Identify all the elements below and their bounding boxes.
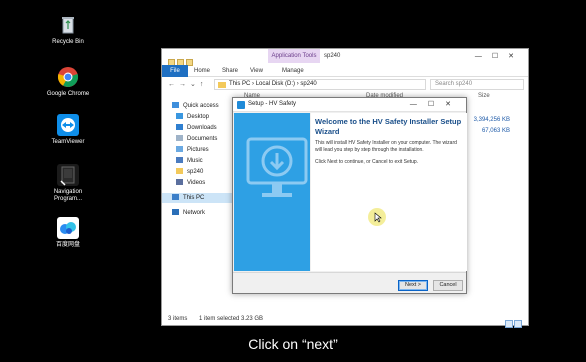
nav-item-this-pc[interactable]: This PC — [162, 193, 236, 203]
folder-icon — [176, 168, 183, 174]
nav-label: Quick access — [183, 103, 219, 109]
nav-item-downloads[interactable]: Downloads — [176, 123, 217, 133]
nav-label: Network — [183, 210, 206, 216]
large-icons-view-icon[interactable] — [514, 320, 522, 328]
document-icon — [176, 135, 183, 141]
navigation-program-icon — [57, 164, 79, 186]
desktop-icon-chrome[interactable]: Google Chrome — [43, 66, 93, 98]
selection-info: 1 item selected 3.23 GB — [199, 316, 264, 322]
chrome-icon — [57, 66, 79, 88]
status-bar: 3 items 1 item selected 3.23 GB — [162, 313, 528, 325]
wizard-side-image — [234, 113, 310, 271]
desktop-icon-label: Recycle Bin — [52, 39, 84, 45]
desktop-icon-navigation-program[interactable]: Navigation Program... — [43, 164, 93, 203]
desktop-icon-label: 百度网盘 — [55, 242, 80, 248]
nav-item-sp240[interactable]: sp240 — [176, 167, 203, 177]
wizard-instruction: Click Next to continue, or Cancel to exi… — [315, 159, 419, 165]
desktop-icon-baidu[interactable]: 百度网盘 — [43, 217, 93, 249]
desktop-icon — [176, 113, 183, 119]
wizard-heading: Welcome to the HV Safety Installer Setup… — [315, 117, 462, 136]
screen: Recycle Bin Google Chrome TeamViewer Nav… — [0, 0, 586, 362]
nav-label: Downloads — [187, 125, 217, 131]
monitor-download-icon — [246, 137, 308, 197]
recycle-bin-icon — [57, 14, 79, 36]
tab-view[interactable]: View — [250, 65, 263, 77]
breadcrumb-sp240[interactable]: sp240 — [300, 81, 316, 87]
wizard-button-bar: Next > Cancel — [233, 272, 466, 294]
search-input[interactable]: Search sp240 — [430, 79, 524, 90]
column-size[interactable]: Size — [478, 93, 490, 99]
setup-titlebar: Setup - HV Safety —☐✕ — [233, 98, 466, 112]
tab-file[interactable]: File — [162, 65, 188, 77]
picture-icon — [176, 146, 183, 152]
computer-icon — [172, 194, 179, 200]
address-bar-row: ←→⌄↑ This PC › Local Disk (D:) › sp240 S… — [162, 78, 528, 92]
nav-item-music[interactable]: Music — [176, 156, 203, 166]
explorer-title: sp240 — [324, 53, 341, 59]
nav-label: Desktop — [187, 114, 210, 120]
window-controls[interactable]: —☐✕ — [475, 52, 524, 60]
nav-label: This PC — [183, 195, 205, 201]
wizard-description: This will install HV Safety Installer on… — [315, 140, 457, 153]
desktop-icon-teamviewer[interactable]: TeamViewer — [43, 114, 93, 146]
nav-label: Music — [187, 158, 203, 164]
teamviewer-icon — [57, 114, 79, 136]
nav-item-documents[interactable]: Documents — [176, 134, 217, 144]
item-count: 3 items — [168, 316, 188, 322]
ribbon-tabs: File Home Share View Manage — [162, 65, 528, 77]
nav-label: Videos — [187, 180, 206, 186]
quick-access-toolbar[interactable] — [168, 53, 204, 66]
nav-label: Pictures — [187, 147, 209, 153]
desktop-icon-label: Navigation Program... — [53, 189, 83, 202]
folder-icon — [218, 82, 226, 88]
desktop-icon-recycle-bin[interactable]: Recycle Bin — [43, 14, 93, 46]
star-icon — [172, 102, 179, 108]
baidu-netdisk-icon — [57, 217, 79, 239]
explorer-titlebar: Application Tools sp240 —☐✕ — [162, 49, 528, 66]
view-toggle[interactable] — [504, 315, 524, 328]
nav-item-pictures[interactable]: Pictures — [176, 145, 209, 155]
cancel-button[interactable]: Cancel — [433, 280, 463, 291]
nav-item-videos[interactable]: Videos — [176, 178, 205, 188]
setup-window-controls[interactable]: —☐✕ — [410, 100, 462, 108]
nav-label: sp240 — [187, 169, 204, 175]
tab-home[interactable]: Home — [194, 65, 210, 77]
download-icon — [176, 124, 183, 130]
details-view-icon[interactable] — [505, 320, 513, 328]
mouse-pointer-icon — [374, 212, 382, 223]
breadcrumb-local-disk[interactable]: Local Disk (D:) — [256, 81, 295, 87]
application-tools-tab[interactable]: Application Tools — [268, 49, 320, 63]
address-bar[interactable]: This PC › Local Disk (D:) › sp240 — [214, 79, 426, 90]
breadcrumb-this-pc[interactable]: This PC — [229, 81, 250, 87]
video-icon — [176, 179, 183, 185]
nav-item-network[interactable]: Network — [172, 208, 205, 218]
navigation-pane: Quick access Desktop Downloads Documents… — [162, 93, 236, 315]
setup-dialog: Setup - HV Safety —☐✕ Welcome to the HV … — [232, 97, 467, 294]
setup-app-icon — [237, 101, 245, 109]
wizard-content: Welcome to the HV Safety Installer Setup… — [311, 113, 467, 271]
tab-share[interactable]: Share — [222, 65, 238, 77]
nav-item-desktop[interactable]: Desktop — [176, 112, 209, 122]
network-icon — [172, 209, 179, 215]
navigation-arrows[interactable]: ←→⌄↑ — [168, 80, 207, 88]
music-icon — [176, 157, 183, 163]
nav-label: Documents — [187, 136, 218, 142]
next-button[interactable]: Next > — [398, 280, 428, 291]
file-size: 67,063 KB — [481, 128, 510, 134]
tab-manage[interactable]: Manage — [282, 65, 304, 77]
tutorial-caption: Click on “next” — [248, 336, 338, 352]
nav-item-quick-access[interactable]: Quick access — [172, 101, 219, 111]
desktop-icon-label: TeamViewer — [51, 139, 85, 145]
desktop-icon-label: Google Chrome — [46, 91, 90, 97]
file-size: 3,394,256 KB — [473, 117, 510, 123]
setup-title: Setup - HV Safety — [248, 101, 297, 107]
